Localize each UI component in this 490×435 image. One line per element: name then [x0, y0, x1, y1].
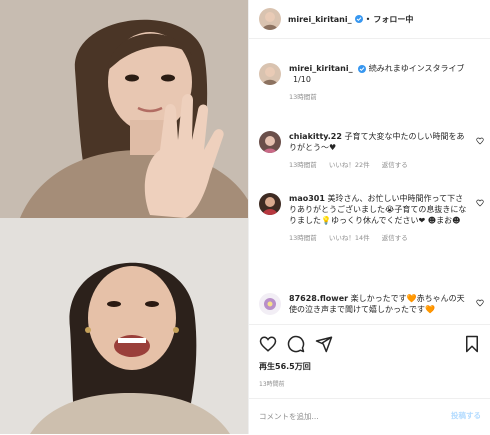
add-comment-bar: 投稿する [249, 398, 490, 435]
avatar-image [259, 293, 281, 315]
comment-avatar[interactable] [259, 293, 281, 315]
live-video-bottom [0, 218, 248, 434]
comment-reply-button[interactable]: 返信する [382, 161, 408, 169]
comment-avatar[interactable] [259, 193, 281, 215]
video-frame-bottom [0, 218, 248, 434]
instagram-post-view: mirei_kiritani_ • フォロー中 mirei_kiritani_ … [0, 0, 490, 434]
action-icons [259, 335, 481, 353]
video-frame-top [0, 0, 248, 218]
share-icon[interactable] [315, 335, 333, 353]
post-header: mirei_kiritani_ • フォロー中 [249, 0, 490, 39]
post-time[interactable]: 13時間前 [259, 379, 285, 388]
following-button[interactable]: フォロー中 [373, 14, 413, 25]
caption-username[interactable]: mirei_kiritani_ [289, 64, 353, 73]
avatar-image [259, 63, 281, 85]
avatar-image [259, 131, 281, 153]
heart-icon[interactable] [476, 137, 484, 145]
heart-icon[interactable] [476, 199, 484, 207]
avatar[interactable] [259, 8, 281, 30]
comment-username[interactable]: 87628.flower [289, 294, 348, 303]
verified-badge-icon [354, 15, 363, 23]
comment-likes[interactable]: いいね！22件 [329, 161, 370, 169]
comment-username[interactable]: chiakitty.22 [289, 132, 342, 141]
post-caption: mirei_kiritani_ 続みれまゆインスタライブ 1/10 13時間前 [259, 63, 484, 101]
comment-likes[interactable]: いいね！14件 [329, 234, 370, 242]
comment-item: chiakitty.22 子育て大変な中たのしい時間をありがとう〜♥ 13時間前… [259, 131, 484, 169]
heart-icon[interactable] [259, 335, 277, 353]
avatar-image [259, 8, 281, 30]
post-actions: 再生56.5万回 13時間前 [249, 324, 490, 399]
caption-avatar[interactable] [259, 63, 281, 85]
live-video-top [0, 0, 248, 218]
comments-list[interactable]: mirei_kiritani_ 続みれまゆインスタライブ 1/10 13時間前 [249, 39, 490, 324]
comment-item: mao301 美玲さん、お忙しい中時間作って下さりありがとうございました😭子育て… [259, 193, 484, 242]
avatar-image [259, 193, 281, 215]
view-count[interactable]: 再生56.5万回 [259, 361, 311, 372]
heart-icon[interactable] [476, 299, 484, 307]
caption-text: 続みれまゆインスタライブ [368, 64, 465, 73]
comment-avatar[interactable] [259, 131, 281, 153]
comment-icon[interactable] [287, 335, 305, 353]
live-video-area[interactable] [0, 0, 248, 434]
post-sidebar: mirei_kiritani_ • フォロー中 mirei_kiritani_ … [248, 0, 490, 434]
comment-time[interactable]: 13時間前 [289, 234, 317, 242]
header-username[interactable]: mirei_kiritani_ [288, 15, 352, 24]
comment-reply-button[interactable]: 返信する [382, 234, 408, 242]
post-comment-button[interactable]: 投稿する [451, 410, 481, 421]
caption-time[interactable]: 13時間前 [289, 93, 317, 101]
comment-item: 87628.flower 楽しかったです🧡赤ちゃんの天使の泣き声まで聞けて嬉しか… [259, 293, 484, 315]
comment-input[interactable] [259, 409, 429, 423]
verified-badge-icon [358, 64, 367, 73]
comment-username[interactable]: mao301 [289, 194, 325, 203]
comment-time[interactable]: 13時間前 [289, 161, 317, 169]
bookmark-icon[interactable] [463, 335, 481, 353]
caption-counter: 1/10 [293, 75, 311, 84]
header-separator: • [365, 14, 371, 24]
